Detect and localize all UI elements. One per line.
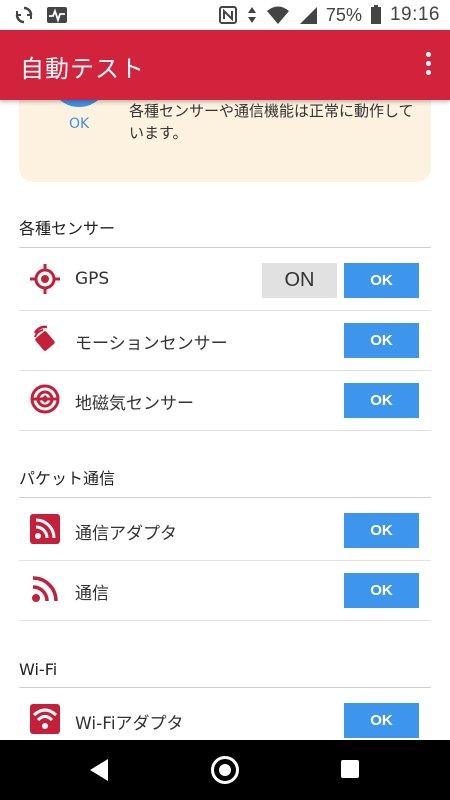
activity-icon — [47, 7, 67, 23]
signal-icon — [299, 7, 317, 24]
row-label: 地磁気センサー — [75, 394, 194, 414]
summary-status: OK — [69, 116, 90, 132]
list-item-packet-communication: 通信 OK — [19, 560, 431, 621]
back-icon[interactable] — [90, 759, 108, 781]
motion-sensor-icon — [33, 325, 55, 351]
row-label: モーションセンサー — [75, 334, 228, 354]
list-item-packet-adapter: 通信アダプタ OK — [19, 500, 431, 561]
list-item-motion-sensor: モーションセンサー OK — [19, 310, 431, 371]
battery-percent: 75% — [325, 4, 362, 25]
summary-message: 各種センサーや通信機能は正常に動作しています。 — [129, 102, 414, 142]
ok-button[interactable]: OK — [344, 703, 419, 738]
recents-icon[interactable] — [341, 760, 359, 778]
more-vert-icon[interactable] — [424, 52, 432, 78]
navigation-bar — [0, 740, 450, 800]
section-title: 各種センサー — [19, 219, 116, 238]
result-ring-icon — [49, 100, 109, 107]
packet-adapter-icon — [30, 514, 60, 544]
home-icon[interactable] — [211, 756, 239, 784]
row-label: 通信 — [75, 584, 109, 604]
gps-on-toggle[interactable]: ON — [262, 263, 337, 298]
gps-target-icon — [30, 264, 60, 294]
clock: 19:16 — [389, 4, 440, 25]
section-header-packet: パケット通信 — [19, 465, 431, 498]
section-title: パケット通信 — [19, 469, 116, 488]
list-item-geomagnetic-sensor: 地磁気センサー OK — [19, 370, 431, 431]
ok-button[interactable]: OK — [344, 263, 419, 298]
wifi-icon — [266, 6, 289, 24]
section-title: Wi-Fi — [19, 660, 58, 679]
summary-card: OK 各種センサーや通信機能は正常に動作しています。 — [19, 100, 431, 182]
app-bar: 自動テスト — [0, 30, 450, 100]
row-label: Wi-Fiアダプタ — [75, 714, 184, 734]
nfc-icon — [218, 6, 237, 24]
battery-icon — [370, 5, 381, 24]
page-title: 自動テスト — [20, 55, 145, 83]
sync-icon — [15, 6, 33, 24]
geomagnetic-icon — [30, 384, 60, 414]
status-bar: 75% 19:16 — [0, 0, 450, 30]
packet-signal-icon — [32, 576, 58, 602]
row-label: 通信アダプタ — [75, 524, 177, 544]
row-label: GPS — [75, 269, 110, 289]
ok-button[interactable]: OK — [344, 323, 419, 358]
list-item-wifi-adapter: Wi-Fiアダプタ OK — [19, 690, 431, 740]
main-content[interactable]: OK 各種センサーや通信機能は正常に動作しています。 各種センサー GPS ON… — [0, 100, 450, 740]
ok-button[interactable]: OK — [344, 383, 419, 418]
ok-button[interactable]: OK — [344, 573, 419, 608]
list-item-gps: GPS ON OK — [19, 250, 431, 311]
wifi-adapter-icon — [30, 704, 60, 734]
ok-button[interactable]: OK — [344, 513, 419, 548]
section-header-wifi: Wi-Fi — [19, 655, 431, 688]
data-arrows-icon — [247, 7, 256, 23]
section-header-sensors: 各種センサー — [19, 215, 431, 248]
